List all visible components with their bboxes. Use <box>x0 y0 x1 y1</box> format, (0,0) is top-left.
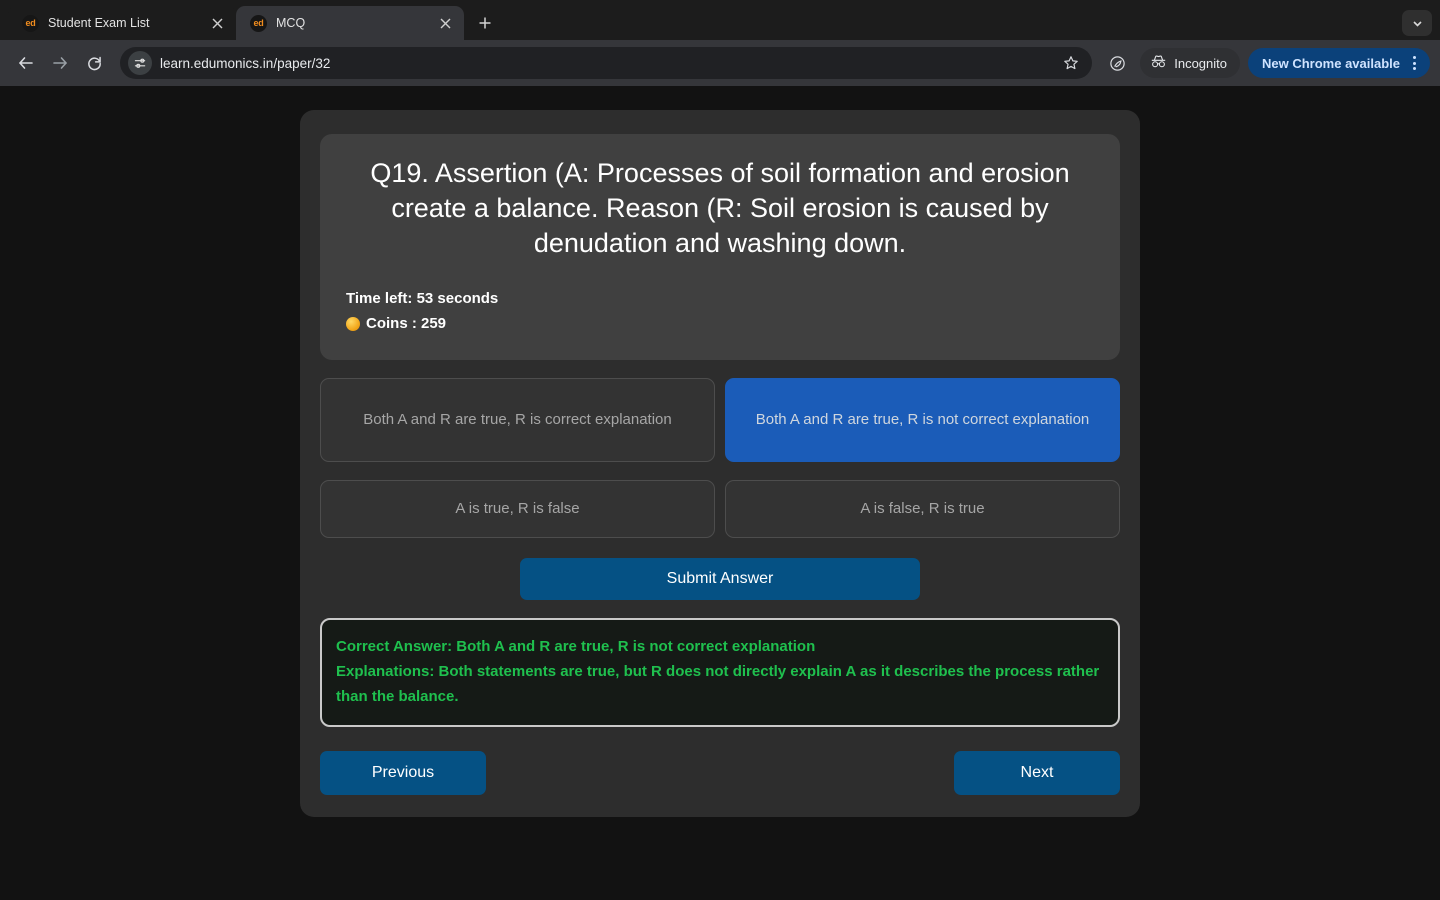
tab-title: MCQ <box>276 16 306 30</box>
new-tab-icon[interactable] <box>470 8 500 38</box>
timer-label: Time left: 53 seconds <box>346 287 1094 311</box>
question-navigation: Previous Next <box>320 751 1120 796</box>
correct-answer-text: Correct Answer: Both A and R are true, R… <box>336 637 816 655</box>
browser-chrome: ed Student Exam List ed MCQ learn.edumon… <box>0 0 1440 86</box>
previous-button[interactable]: Previous <box>320 751 486 796</box>
chrome-update-button[interactable]: New Chrome available <box>1248 48 1430 78</box>
kebab-menu-icon[interactable] <box>1404 51 1424 75</box>
browser-tab-mcq[interactable]: ed MCQ <box>236 6 464 40</box>
site-settings-icon[interactable] <box>128 51 152 75</box>
reload-icon[interactable] <box>78 47 110 79</box>
answer-options: Both A and R are true, R is correct expl… <box>320 377 1120 538</box>
browser-tab-student-exam-list[interactable]: ed Student Exam List <box>8 6 236 40</box>
url-text: learn.edumonics.in/paper/32 <box>160 55 331 71</box>
incognito-icon <box>1150 54 1167 72</box>
next-button[interactable]: Next <box>954 751 1120 796</box>
incognito-label: Incognito <box>1174 55 1227 71</box>
tab-strip-right <box>1402 10 1440 40</box>
answer-feedback-box: Correct Answer: Both A and R are true, R… <box>320 617 1120 728</box>
close-icon[interactable] <box>208 14 226 32</box>
answer-option-3[interactable]: A is true, R is false <box>320 479 715 538</box>
tab-title: Student Exam List <box>48 16 150 30</box>
chrome-update-label: New Chrome available <box>1262 55 1400 71</box>
forward-icon[interactable] <box>44 47 76 79</box>
edumonics-favicon: ed <box>250 14 267 32</box>
answer-option-4[interactable]: A is false, R is true <box>725 479 1120 538</box>
chevron-down-icon[interactable] <box>1402 10 1432 36</box>
coin-icon <box>346 316 360 331</box>
page-viewport: Q19. Assertion (A: Processes of soil for… <box>0 86 1440 900</box>
timer-text: Time left: 53 seconds <box>346 290 499 308</box>
back-icon[interactable] <box>10 47 42 79</box>
question-meta: Time left: 53 seconds Coins : 259 <box>346 287 1094 336</box>
quiz-container: Q19. Assertion (A: Processes of soil for… <box>300 110 1140 818</box>
submit-row: Submit Answer <box>320 557 1120 600</box>
close-icon[interactable] <box>436 14 454 32</box>
edumonics-favicon: ed <box>22 14 39 32</box>
question-text: Q19. Assertion (A: Processes of soil for… <box>370 158 1070 259</box>
incognito-indicator[interactable]: Incognito <box>1140 48 1240 78</box>
answer-option-2[interactable]: Both A and R are true, R is not correct … <box>725 377 1120 462</box>
coins-label: Coins : 259 <box>346 312 1094 336</box>
question-card: Q19. Assertion (A: Processes of soil for… <box>320 134 1120 360</box>
answer-option-1[interactable]: Both A and R are true, R is correct expl… <box>320 377 715 462</box>
leaf-performance-icon[interactable] <box>1102 48 1132 78</box>
browser-toolbar: learn.edumonics.in/paper/32 Incognito Ne… <box>0 40 1440 86</box>
bookmark-star-icon[interactable] <box>1058 50 1084 76</box>
explanation-text: Explanations: Both statements are true, … <box>336 662 1100 705</box>
tab-strip: ed Student Exam List ed MCQ <box>0 0 1440 40</box>
address-bar[interactable]: learn.edumonics.in/paper/32 <box>120 47 1093 79</box>
coins-text: Coins : 259 <box>366 314 447 332</box>
submit-answer-button[interactable]: Submit Answer <box>520 557 920 600</box>
